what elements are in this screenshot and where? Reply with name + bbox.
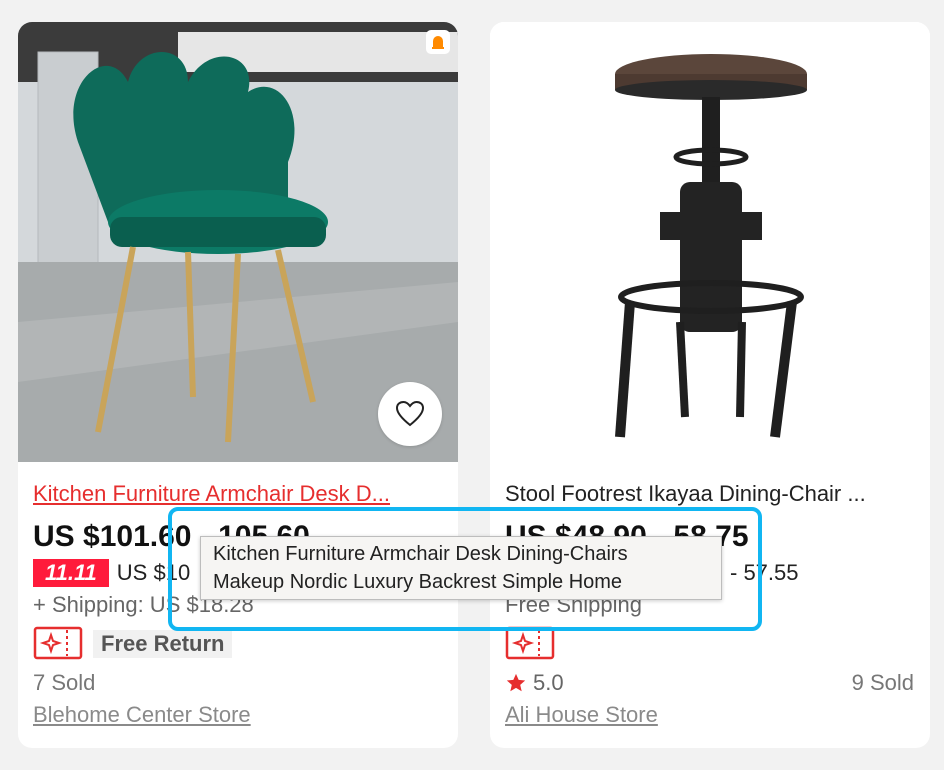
product-title[interactable]: Stool Footrest Ikayaa Dining-Chair ... — [505, 481, 915, 507]
free-return-badge: Free Return — [93, 630, 233, 658]
sale-row: 11.11 US $10 — [33, 559, 190, 587]
shopping-badge-icon — [426, 30, 450, 54]
product-image-1[interactable] — [18, 22, 458, 462]
product-image-2[interactable] — [490, 22, 930, 462]
sale-price: US $10 — [116, 560, 191, 585]
rating: 5.0 — [505, 670, 564, 696]
rating-value: 5.0 — [533, 670, 564, 695]
star-icon — [506, 673, 526, 692]
sold-count: 9 Sold — [851, 670, 914, 695]
tooltip-line-1: Kitchen Furniture Armchair Desk Dining-C… — [213, 543, 628, 565]
coupon-icon — [505, 626, 555, 660]
sale-tag: 11.11 — [33, 559, 109, 587]
title-tooltip: Kitchen Furniture Armchair Desk Dining-C… — [200, 536, 722, 600]
store-link[interactable]: Blehome Center Store — [33, 702, 251, 728]
product-title[interactable]: Kitchen Furniture Armchair Desk D... — [33, 481, 443, 507]
store-link[interactable]: Ali House Store — [505, 702, 658, 728]
wishlist-button[interactable] — [378, 382, 442, 446]
stool-illustration — [615, 54, 807, 438]
tooltip-line-2: Makeup Nordic Luxury Backrest Simple Hom… — [213, 571, 623, 593]
coupon-icon — [33, 626, 83, 660]
sale-price: - 57.55 — [730, 560, 799, 585]
product-card-2[interactable]: Stool Footrest Ikayaa Dining-Chair ... U… — [490, 22, 930, 748]
heart-icon — [395, 400, 425, 427]
product-card-1[interactable]: Kitchen Furniture Armchair Desk D... US … — [18, 22, 458, 748]
sold-count: 7 Sold — [33, 670, 96, 695]
